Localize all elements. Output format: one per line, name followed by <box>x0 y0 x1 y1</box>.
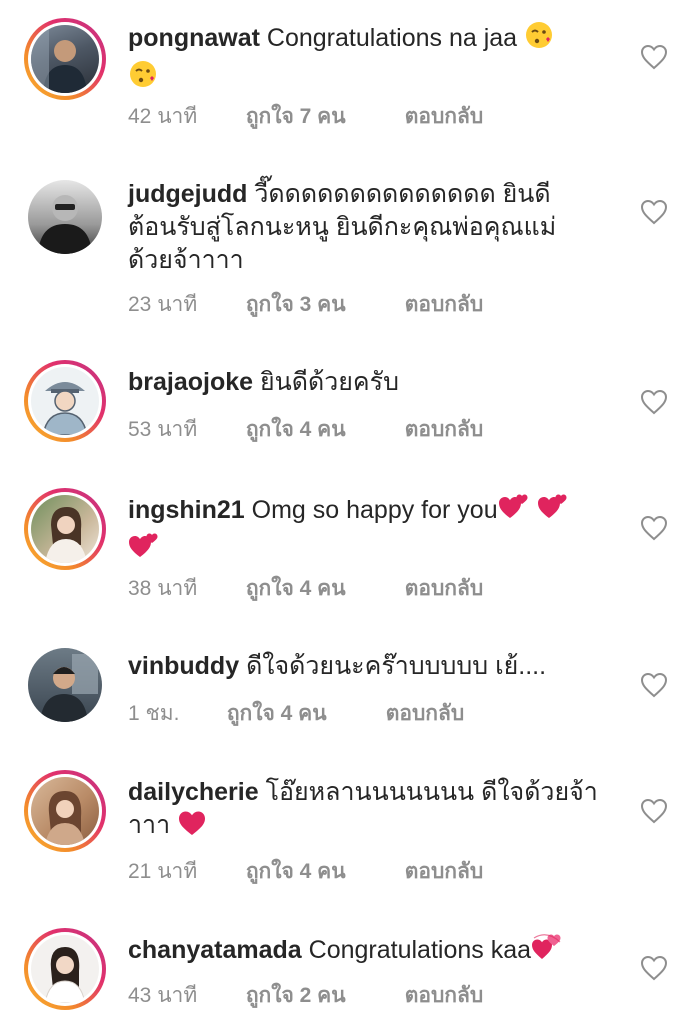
like-heart-icon[interactable] <box>640 515 668 541</box>
comment-time: 21 นาที <box>128 860 198 883</box>
avatar[interactable] <box>24 488 106 570</box>
like-heart-icon[interactable] <box>640 672 668 698</box>
comment-meta: 38 นาที ถูกใจ 4 คน ตอบกลับ <box>128 572 483 605</box>
reply-button[interactable]: ตอบกลับ <box>405 979 484 1012</box>
avatar[interactable] <box>24 360 106 442</box>
comment-meta: 1 ชม. ถูกใจ 4 คน ตอบกลับ <box>128 697 464 730</box>
comment-body: ingshin21 Omg so happy for you <box>128 492 598 570</box>
comment-likes[interactable]: ถูกใจ 3 คน <box>246 288 399 321</box>
comment-time: 38 นาที <box>128 577 198 600</box>
comment-likes[interactable]: ถูกใจ 2 คน <box>246 979 399 1012</box>
comment-body: brajaojoke ยินดีด้วยครับ <box>128 366 598 399</box>
comment-meta: 21 นาที ถูกใจ 4 คน ตอบกลับ <box>128 855 483 888</box>
kissing-face-icon <box>128 59 158 98</box>
comment-username[interactable]: judgejudd <box>128 180 247 208</box>
comment-meta: 23 นาที ถูกใจ 3 คน ตอบกลับ <box>128 288 483 321</box>
comment-meta: 43 นาที ถูกใจ 2 คน ตอบกลับ <box>128 979 483 1012</box>
two-hearts-icon <box>128 531 160 570</box>
avatar[interactable] <box>24 176 106 258</box>
comment-username[interactable]: dailycherie <box>128 778 259 806</box>
comment-body: vinbuddy ดีใจด้วยนะคร๊าบบบบบ เย้.... <box>128 650 598 683</box>
like-heart-icon[interactable] <box>640 798 668 824</box>
comment-text: Congratulations kaa <box>308 936 532 964</box>
comment-likes[interactable]: ถูกใจ 4 คน <box>227 697 380 730</box>
like-heart-icon[interactable] <box>640 955 668 981</box>
comment-username[interactable]: brajaojoke <box>128 368 253 396</box>
avatar[interactable] <box>24 770 106 852</box>
comment-likes[interactable]: ถูกใจ 4 คน <box>246 855 399 888</box>
comment-likes[interactable]: ถูกใจ 4 คน <box>246 572 399 605</box>
comment-body: dailycherie โอ๊ยหลานนนนนนน ดีใจด้วยจ้าาา… <box>128 776 598 846</box>
comment-body: pongnawat Congratulations na jaa <box>128 20 598 98</box>
reply-button[interactable]: ตอบกลับ <box>405 572 484 605</box>
reply-button[interactable]: ตอบกลับ <box>405 855 484 888</box>
avatar[interactable] <box>24 928 106 1010</box>
comment-time: 53 นาที <box>128 418 198 441</box>
avatar[interactable] <box>24 644 106 726</box>
comment-time: 23 นาที <box>128 293 198 316</box>
comment-likes[interactable]: ถูกใจ 4 คน <box>246 413 399 446</box>
kissing-face-icon <box>524 20 554 59</box>
like-heart-icon[interactable] <box>640 389 668 415</box>
comment-text: Congratulations na jaa <box>266 24 518 52</box>
revolving-hearts-icon <box>531 932 563 971</box>
comment-time: 1 ชม. <box>128 702 180 725</box>
two-hearts-icon <box>537 492 569 531</box>
comment-text: Omg so happy for you <box>251 496 498 524</box>
comment-likes[interactable]: ถูกใจ 7 คน <box>246 100 399 133</box>
comment-time: 42 นาที <box>128 105 198 128</box>
comment-body: judgejudd วี๊ดดดดดดดดดดดดดด ยินดีต้อนรับ… <box>128 178 598 277</box>
like-heart-icon[interactable] <box>640 44 668 70</box>
comment-username[interactable]: chanyatamada <box>128 936 302 964</box>
like-heart-icon[interactable] <box>640 199 668 225</box>
red-heart-icon <box>177 809 207 846</box>
comment-body: chanyatamada Congratulations kaa <box>128 932 598 971</box>
reply-button[interactable]: ตอบกลับ <box>405 413 484 446</box>
reply-button[interactable]: ตอบกลับ <box>405 100 484 133</box>
comment-text: ดีใจด้วยนะคร๊าบบบบบ เย้.... <box>246 652 547 680</box>
comment-meta: 42 นาที ถูกใจ 7 คน ตอบกลับ <box>128 100 483 133</box>
comment-username[interactable]: ingshin21 <box>128 496 245 524</box>
reply-button[interactable]: ตอบกลับ <box>405 288 484 321</box>
two-hearts-icon <box>498 492 530 531</box>
reply-button[interactable]: ตอบกลับ <box>386 697 465 730</box>
comment-time: 43 นาที <box>128 984 198 1007</box>
comment-username[interactable]: vinbuddy <box>128 652 239 680</box>
comment-meta: 53 นาที ถูกใจ 4 คน ตอบกลับ <box>128 413 483 446</box>
comment-username[interactable]: pongnawat <box>128 24 260 52</box>
avatar[interactable] <box>24 18 106 100</box>
comment-text: ยินดีด้วยครับ <box>260 368 399 396</box>
